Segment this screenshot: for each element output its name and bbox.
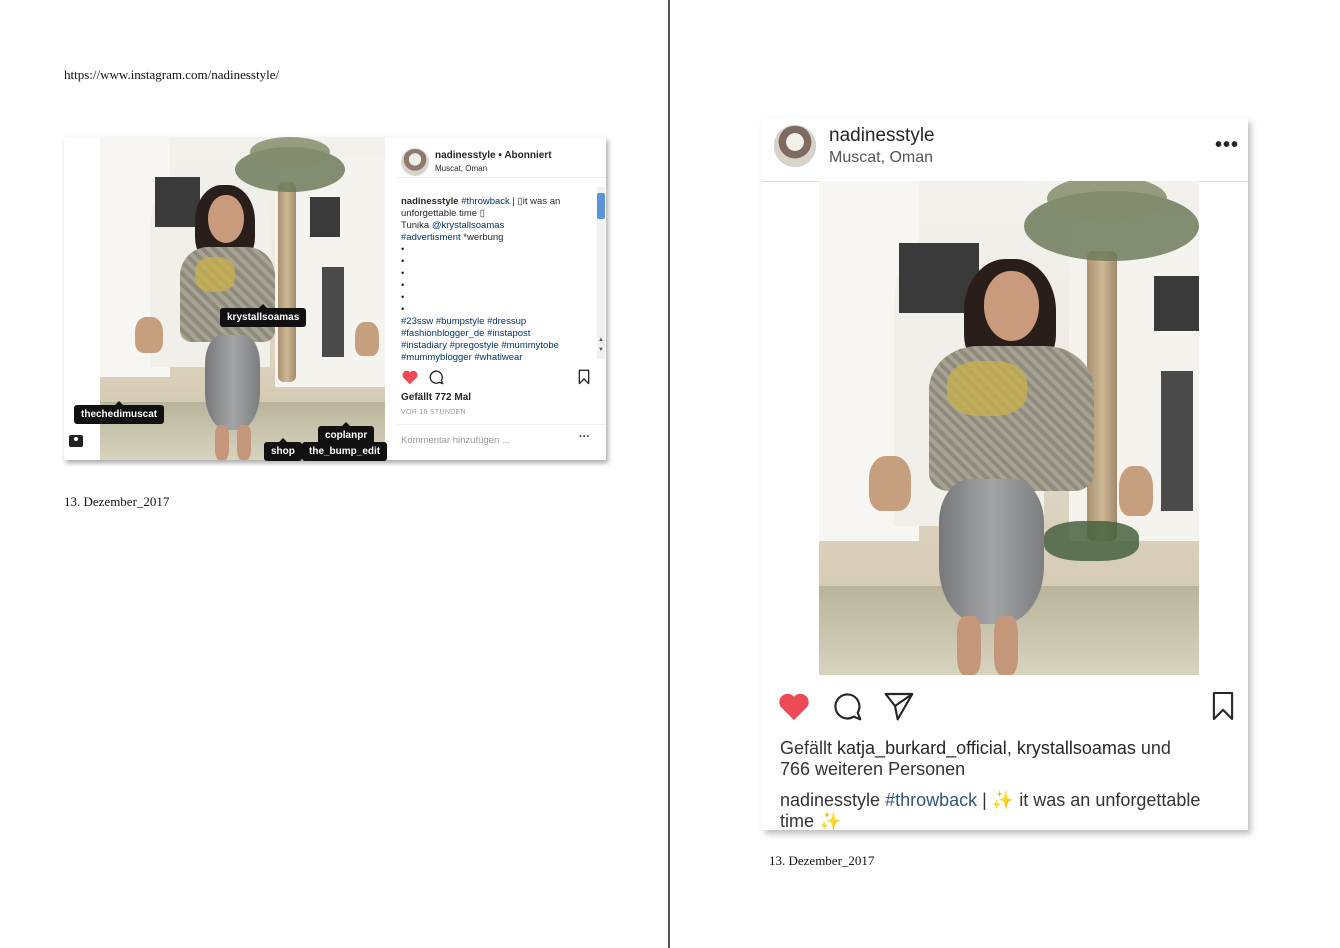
- sparkles-emoji: ✨: [819, 811, 842, 831]
- more-icon[interactable]: •••: [1215, 134, 1239, 157]
- caption-hashtag-advertisment[interactable]: #advertisment: [401, 232, 461, 243]
- scrollbar-thumb[interactable]: [597, 193, 605, 219]
- comment-input[interactable]: Kommentar hinzufügen ...: [401, 435, 510, 446]
- comment-icon[interactable]: [428, 369, 444, 385]
- source-url: https://www.instagram.com/nadinesstyle/: [64, 67, 280, 82]
- avatar[interactable]: [401, 148, 429, 176]
- photo-tag-shop[interactable]: shop: [264, 438, 302, 461]
- embed-username[interactable]: nadinesstyle: [435, 150, 496, 161]
- caption-hashtags[interactable]: #instadiary #pregostyle #mummytobe: [401, 340, 559, 351]
- instagram-mobile-post-screenshot: nadinesstyle Muscat, Oman ••• Gefällt ka…: [762, 118, 1248, 831]
- caption-scrollbar[interactable]: ▲ ▼: [597, 187, 605, 359]
- caption-hashtags[interactable]: #mummyblogger #whatiwear: [401, 352, 522, 363]
- post-action-bar: [762, 688, 1248, 726]
- avatar[interactable]: [774, 125, 816, 167]
- post-location[interactable]: Muscat, Oman: [829, 149, 933, 167]
- liker-katja-burkard-official[interactable]: katja_burkard_official: [837, 738, 1007, 758]
- caption-hashtags[interactable]: #fashionblogger_de #instapost: [401, 328, 530, 339]
- follow-separator: •: [498, 150, 502, 161]
- embed-timestamp[interactable]: VOR 16 STUNDEN: [401, 409, 466, 416]
- post-username[interactable]: nadinesstyle: [829, 125, 935, 147]
- date-caption-right: 13. Dezember_2017: [769, 853, 875, 868]
- comment-icon[interactable]: [831, 690, 863, 722]
- embed-like-count[interactable]: Gefällt 772 Mal: [401, 392, 471, 403]
- caption-hashtag-throwback[interactable]: #throwback: [461, 196, 510, 207]
- post-likes: Gefällt katja_burkard_official, krystall…: [780, 738, 1171, 779]
- photo-tag-the-bump-edit[interactable]: the_bump_edit: [302, 438, 388, 461]
- caption-username[interactable]: nadinesstyle: [780, 790, 880, 810]
- liker-krystallsoamas[interactable]: krystallsoamas: [1017, 738, 1136, 758]
- post-header: nadinesstyle Muscat, Oman •••: [762, 118, 1248, 182]
- caption-hashtags[interactable]: #23ssw #bumpstyle #dressup: [401, 316, 526, 327]
- sparkles-emoji: ✨: [991, 790, 1015, 810]
- post-caption: nadinesstyle #throwback | ✨ it was an un…: [780, 790, 1201, 831]
- follow-status[interactable]: Abonniert: [504, 150, 551, 161]
- page-divider: [668, 0, 670, 948]
- post-photo[interactable]: [819, 181, 1199, 675]
- embed-location[interactable]: Muscat, Oman: [435, 164, 487, 173]
- caption-mention[interactable]: @krystallsoamas: [432, 220, 504, 231]
- user-tag-icon[interactable]: [69, 435, 83, 447]
- date-caption-left: 13. Dezember_2017: [64, 494, 170, 509]
- caption-emoji-box: ▯: [479, 208, 485, 219]
- bookmark-icon[interactable]: [577, 369, 591, 385]
- caption-username[interactable]: nadinesstyle: [401, 196, 459, 207]
- embed-header: nadinesstyle • Abonniert Muscat, Oman: [401, 148, 606, 178]
- bookmark-icon[interactable]: [1210, 690, 1236, 722]
- embed-caption: nadinesstyle #throwback | ▯it was an unf…: [401, 196, 561, 363]
- embed-sidebar: nadinesstyle • Abonniert Muscat, Oman na…: [396, 137, 606, 460]
- photo-tag-thechedimuscat[interactable]: thechedimuscat: [74, 401, 165, 424]
- heart-icon[interactable]: [777, 690, 811, 722]
- heart-icon[interactable]: [401, 369, 419, 385]
- photo-tag-krystallsoamas[interactable]: krystallsoamas: [220, 304, 307, 327]
- more-icon[interactable]: ···: [579, 431, 590, 443]
- embed-username-row: nadinesstyle • Abonniert: [435, 150, 552, 161]
- caption-hashtag-throwback[interactable]: #throwback: [885, 790, 977, 810]
- likes-others[interactable]: 766 weiteren Personen: [780, 759, 965, 779]
- instagram-embed-screenshot: krystallsoamas thechedimuscat coplanpr s…: [64, 137, 606, 461]
- share-icon[interactable]: [883, 690, 915, 722]
